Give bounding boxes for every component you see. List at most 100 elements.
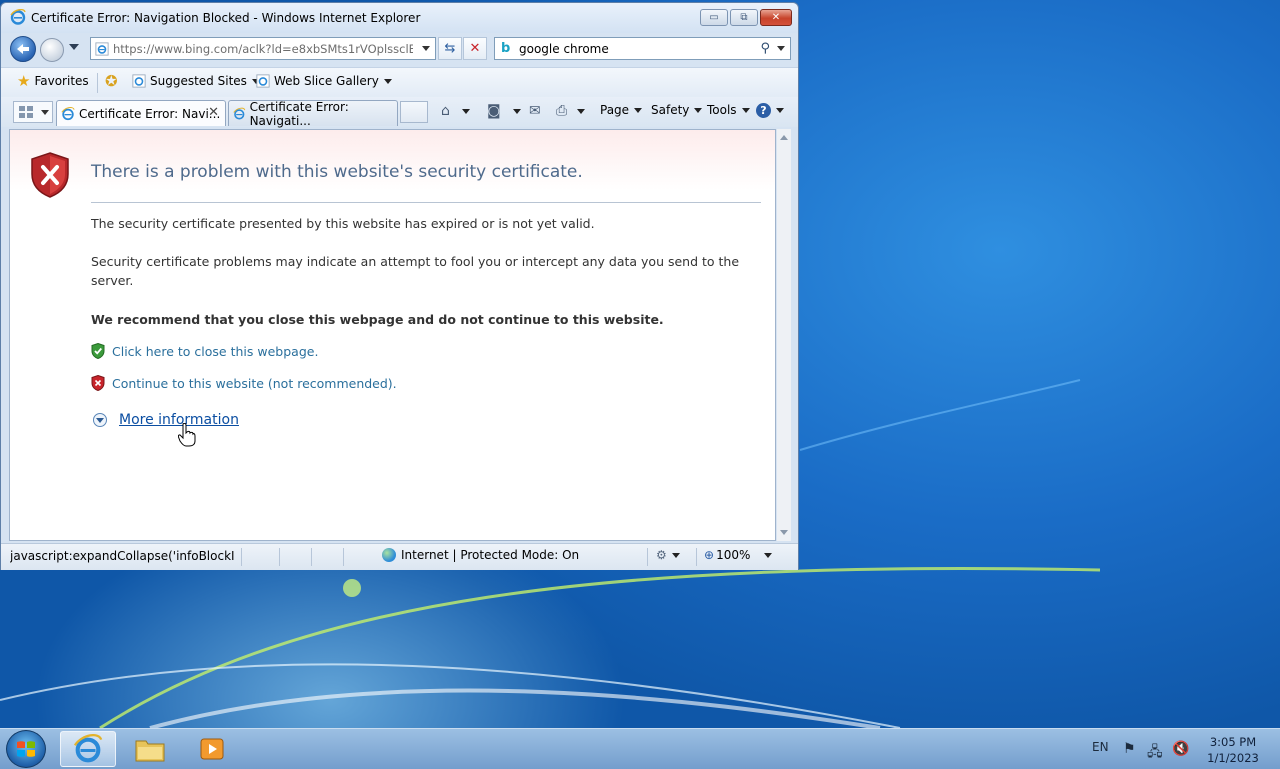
status-bar: javascript:expandCollapse('infoBlockID',… (1, 543, 798, 570)
refresh-button[interactable]: ⇆ (438, 37, 462, 60)
quick-tabs-icon (19, 106, 33, 118)
help-icon: ? (756, 103, 771, 118)
error-description: The security certificate presented by th… (91, 216, 595, 231)
system-clock[interactable]: 3:05 PM 1/1/2023 (1198, 734, 1268, 766)
chevron-down-icon[interactable] (512, 108, 521, 114)
web-slice-gallery-label: Web Slice Gallery (274, 74, 379, 88)
printer-icon: ⎙ (556, 103, 568, 119)
window-controls: ▭ ⧉ ✕ (700, 9, 792, 26)
close-tab-icon[interactable]: ✕ (208, 105, 219, 120)
bing-icon: b (501, 40, 511, 56)
add-favorite-star-icon: ✪ (105, 72, 118, 90)
help-button[interactable]: ? (756, 103, 784, 118)
close-webpage-link-text[interactable]: Click here to close this webpage. (112, 344, 318, 359)
home-button[interactable]: ⌂ (441, 103, 470, 119)
new-tab-button[interactable] (400, 101, 428, 123)
search-box[interactable]: b google chrome ⚲ (494, 37, 791, 60)
forward-button[interactable] (40, 38, 64, 62)
recent-pages-dropdown[interactable] (69, 44, 79, 50)
title-bar[interactable]: Certificate Error: Navigation Blocked - … (1, 3, 798, 33)
ie-logo-icon (73, 734, 103, 763)
taskbar: EN ⚑ 🖧 🔇 3:05 PM 1/1/2023 (0, 728, 1280, 769)
error-heading: There is a problem with this website's s… (91, 162, 583, 182)
media-player-icon (200, 738, 224, 760)
security-zone[interactable]: Internet | Protected Mode: On (382, 548, 579, 562)
search-input[interactable]: google chrome (519, 42, 609, 56)
globe-icon (382, 548, 396, 562)
stop-button[interactable]: ✕ (463, 37, 487, 60)
zoom-control[interactable]: ⊕ 100% (704, 548, 773, 562)
stop-icon: ✕ (469, 41, 481, 56)
network-icon[interactable]: 🖧 (1147, 741, 1163, 765)
tab-bar: Certificate Error: Navi... ✕ Certificate… (1, 97, 798, 128)
zoom-magnifier-icon: ⊕ (704, 548, 715, 562)
feeds-button[interactable]: ◙ (487, 103, 521, 119)
suggested-sites-label: Suggested Sites (150, 74, 247, 88)
start-button[interactable] (6, 730, 46, 768)
page-menu-label: Page (600, 103, 630, 117)
read-mail-button[interactable]: ✉ (529, 103, 541, 119)
chevron-down-icon (741, 107, 750, 113)
tab-certificate-error-2[interactable]: Certificate Error: Navigati... (228, 100, 398, 128)
suggested-sites-button[interactable]: Suggested Sites (132, 74, 260, 88)
favorites-label: Favorites (34, 74, 89, 88)
minimize-icon: ▭ (709, 12, 719, 23)
search-options-dropdown-icon[interactable] (777, 46, 785, 51)
safety-menu-label: Safety (651, 103, 690, 117)
back-arrow-icon (17, 44, 29, 54)
print-button[interactable]: ⎙ (556, 103, 586, 119)
tools-menu[interactable]: Tools (707, 103, 750, 117)
page-menu[interactable]: Page (600, 103, 643, 117)
continue-link-text[interactable]: Continue to this website (not recommende… (112, 376, 397, 391)
search-icon[interactable]: ⚲ (760, 41, 770, 56)
ie-logo-icon (61, 106, 75, 120)
chevron-down-icon[interactable] (764, 552, 773, 558)
minimize-button[interactable]: ▭ (700, 9, 728, 26)
divider (97, 73, 98, 93)
refresh-icon: ⇆ (444, 41, 456, 56)
taskbar-media-player[interactable] (184, 731, 240, 767)
back-button[interactable] (10, 36, 36, 62)
favorites-button[interactable]: ★ Favorites (17, 74, 89, 89)
more-information-toggle[interactable]: More information (93, 412, 239, 428)
address-bar[interactable]: https://www.bing.com/aclk?ld=e8xbSMts1rV… (90, 37, 436, 60)
add-to-favorites-bar-button[interactable]: ✪ (105, 72, 122, 90)
maximize-icon: ⧉ (740, 12, 748, 23)
shield-error-icon (31, 152, 69, 198)
scroll-up-arrow-icon[interactable] (780, 135, 788, 140)
ie-logo-icon (10, 9, 26, 25)
scroll-down-arrow-icon[interactable] (780, 530, 788, 535)
zoom-level: 100% (716, 548, 751, 562)
taskbar-internet-explorer[interactable] (60, 731, 116, 767)
close-button[interactable]: ✕ (760, 9, 792, 26)
web-slice-gallery-button[interactable]: Web Slice Gallery (256, 74, 392, 88)
window-title: Certificate Error: Navigation Blocked - … (31, 11, 421, 25)
addons-button[interactable]: ⚙ (656, 548, 680, 562)
windows-logo-icon (17, 741, 35, 757)
chevron-down-icon[interactable] (577, 108, 586, 114)
maximize-button[interactable]: ⧉ (730, 9, 758, 26)
continue-to-website-link[interactable]: Continue to this website (not recommende… (91, 375, 397, 391)
expand-icon[interactable] (93, 413, 107, 427)
divider (647, 548, 648, 566)
volume-muted-icon[interactable]: 🔇 (1172, 741, 1189, 757)
safety-menu[interactable]: Safety (651, 103, 703, 117)
chevron-down-icon[interactable] (461, 108, 470, 114)
clock-date: 1/1/2023 (1207, 751, 1259, 765)
chevron-down-icon (634, 107, 643, 113)
divider (696, 548, 697, 566)
close-webpage-link[interactable]: Click here to close this webpage. (91, 343, 318, 359)
vertical-scrollbar[interactable] (777, 129, 791, 541)
tab-certificate-error-1[interactable]: Certificate Error: Navi... ✕ (56, 100, 226, 126)
address-dropdown-icon[interactable] (422, 46, 430, 51)
divider (91, 202, 761, 203)
ie-page-icon (132, 74, 146, 88)
tab-list-dropdown-icon[interactable] (41, 109, 49, 115)
language-indicator[interactable]: EN (1092, 740, 1109, 754)
taskbar-windows-explorer[interactable] (122, 731, 178, 767)
quick-tabs-button[interactable] (13, 101, 53, 123)
zone-text: Internet | Protected Mode: On (401, 548, 580, 562)
action-center-flag-icon[interactable]: ⚑ (1123, 741, 1136, 757)
divider (241, 548, 242, 566)
address-input[interactable]: https://www.bing.com/aclk?ld=e8xbSMts1rV… (113, 42, 413, 56)
